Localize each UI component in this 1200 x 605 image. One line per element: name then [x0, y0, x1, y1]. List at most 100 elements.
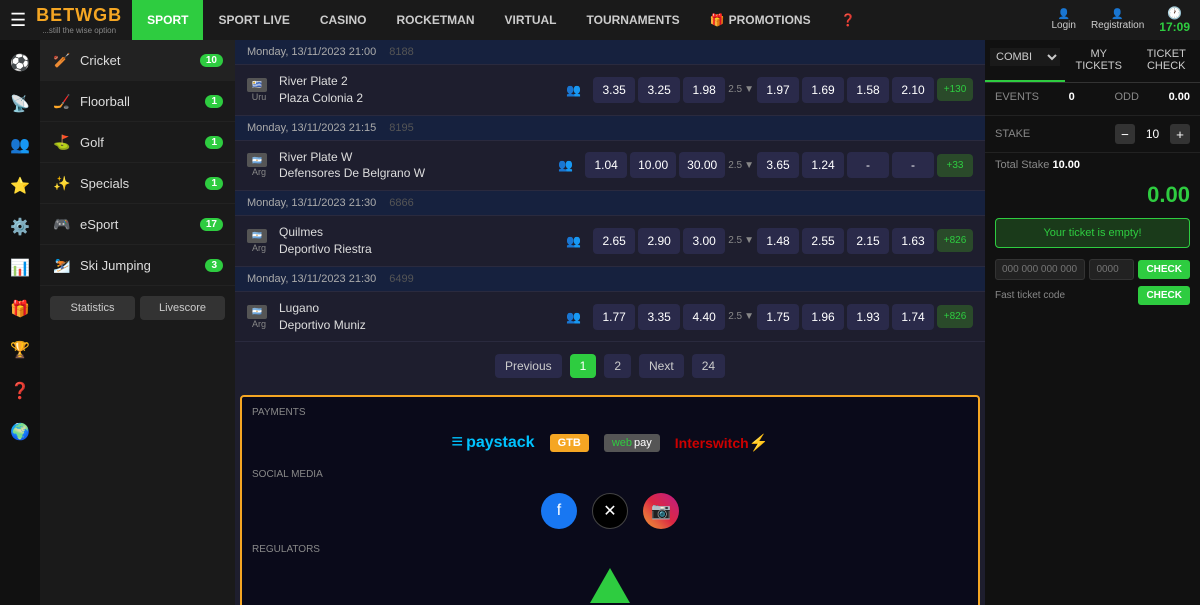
tab-help[interactable]: ❓ [826, 0, 871, 40]
tab-tournaments[interactable]: TOURNAMENTS [572, 0, 695, 40]
match-date-3: Monday, 13/11/2023 21:30 6866 [235, 191, 985, 216]
odds-3-2[interactable]: 3.00 [683, 228, 725, 254]
odds-3-extra-0[interactable]: 1.48 [757, 228, 799, 254]
sidebar-icon-star[interactable]: ⭐ [2, 168, 38, 204]
stake-plus-button[interactable]: + [1170, 124, 1190, 144]
facebook-icon[interactable]: f [541, 493, 577, 529]
sidebar-icon-chart[interactable]: 📊 [2, 250, 38, 286]
next-page-button[interactable]: Next [639, 354, 684, 378]
fast-check-button[interactable]: CHECK [1138, 286, 1190, 305]
odds-1-extra-1[interactable]: 1.69 [802, 77, 844, 103]
page-2-button[interactable]: 2 [604, 354, 631, 378]
x-icon[interactable]: ✕ [592, 493, 628, 529]
odds-2-extra-0[interactable]: 3.65 [757, 152, 799, 178]
tab-rocketman[interactable]: ROCKETMAN [382, 0, 490, 40]
page-1-button[interactable]: 1 [570, 354, 597, 378]
odds-4-3[interactable]: 1.93 [847, 304, 889, 330]
match-section-1: Monday, 13/11/2023 21:00 8188 🇺🇾 Uru Riv… [235, 40, 985, 116]
match-date-4: Monday, 13/11/2023 21:30 6499 [235, 267, 985, 292]
sidebar-item-golf[interactable]: ⛳ Golf 1 [40, 122, 235, 163]
statistics-button[interactable]: Statistics [50, 296, 135, 320]
odds-2-2[interactable]: 30.00 [679, 152, 725, 178]
stake-minus-button[interactable]: − [1115, 124, 1135, 144]
tab-sport[interactable]: SPORT [132, 0, 203, 40]
match-teams-3: Quilmes Deportivo Riestra [279, 224, 562, 258]
ticket-number-input[interactable] [995, 259, 1085, 280]
more-odds-4[interactable]: +826 [937, 305, 973, 328]
tab-promotions[interactable]: 🎁 PROMOTIONS [695, 0, 826, 40]
combi-select[interactable]: COMBI SINGLE SYSTEM [990, 48, 1060, 66]
odds-4-4[interactable]: 1.74 [892, 304, 934, 330]
odds-1-4[interactable]: 2.10 [892, 77, 934, 103]
paystack-logo: ≡ paystack [451, 431, 534, 454]
last-page-button[interactable]: 24 [692, 354, 725, 378]
odds-separator-4: 2.5 ▼ [728, 311, 754, 322]
odds-2-extra-1[interactable]: 1.24 [802, 152, 844, 178]
odds-2-1[interactable]: 10.00 [630, 152, 676, 178]
odds-1-extra-0[interactable]: 1.97 [757, 77, 799, 103]
stats-icon-1[interactable]: 👥 [566, 83, 581, 97]
prev-page-button[interactable]: Previous [495, 354, 562, 378]
team1-4: Lugano [279, 300, 562, 317]
odds-1-2[interactable]: 1.98 [683, 77, 725, 103]
sidebar-icon-live[interactable]: 📡 [2, 86, 38, 122]
tab-combi[interactable]: COMBI SINGLE SYSTEM [985, 40, 1065, 82]
odds-2-0[interactable]: 1.04 [585, 152, 627, 178]
tab-ticket-check[interactable]: TICKET CHECK [1133, 40, 1200, 82]
odds-4-extra-0[interactable]: 1.75 [757, 304, 799, 330]
sidebar-icon-sports[interactable]: ⚽ [2, 45, 38, 81]
stats-icon-3[interactable]: 👥 [566, 234, 581, 248]
odds-3-4[interactable]: 1.63 [892, 228, 934, 254]
sidebar-icon-globe[interactable]: 🌍 [2, 414, 38, 450]
sidebar-icon-question[interactable]: ❓ [2, 373, 38, 409]
payout-amount: 0.00 [985, 177, 1200, 213]
sidebar-item-ski-jumping[interactable]: ⛷️ Ski Jumping 3 [40, 245, 235, 286]
interswitch-logo: Interswitch ⚡ [675, 433, 769, 453]
more-odds-3[interactable]: +826 [937, 229, 973, 252]
sidebar-item-cricket[interactable]: 🏏 Cricket 10 [40, 40, 235, 81]
stats-icon-2[interactable]: 👥 [558, 158, 573, 172]
login-button[interactable]: 👤 Login [1051, 9, 1075, 31]
odds-1-1[interactable]: 3.25 [638, 77, 680, 103]
stats-icon-4[interactable]: 👥 [566, 310, 581, 324]
odds-4-0[interactable]: 1.77 [593, 304, 635, 330]
odds-2-4[interactable]: - [892, 152, 934, 178]
instagram-icon[interactable]: 📷 [643, 493, 679, 529]
main-container: ⚽ 📡 👥 ⭐ ⚙️ 📊 🎁 🏆 ❓ 🌍 🏏 Cricket 10 🏒 Floo… [0, 40, 1200, 605]
odds-3-3[interactable]: 2.15 [847, 228, 889, 254]
tab-casino[interactable]: CASINO [305, 0, 382, 40]
more-odds-2[interactable]: +33 [937, 154, 973, 177]
ticket-code-input[interactable] [1089, 259, 1134, 280]
match-row-3: 🇦🇷 Arg Quilmes Deportivo Riestra 👥 2.65 … [235, 216, 985, 267]
registration-button[interactable]: 👤 Registration [1091, 9, 1144, 31]
more-odds-1[interactable]: +130 [937, 78, 973, 101]
odds-3-0[interactable]: 2.65 [593, 228, 635, 254]
empty-ticket-message: Your ticket is empty! [995, 218, 1190, 248]
total-amount-value: 10.00 [1052, 159, 1080, 171]
sidebar-icon-people[interactable]: 👥 [2, 127, 38, 163]
sidebar-icon-gift[interactable]: 🎁 [2, 291, 38, 327]
sidebar-item-esport[interactable]: 🎮 eSport 17 [40, 204, 235, 245]
check-button[interactable]: CHECK [1138, 260, 1190, 279]
tab-sport-live[interactable]: SPORT LIVE [203, 0, 304, 40]
sidebar-icon-settings[interactable]: ⚙️ [2, 209, 38, 245]
hamburger-icon[interactable]: ☰ [10, 10, 26, 31]
regulator-logo [252, 563, 968, 605]
team2-4: Deportivo Muniz [279, 317, 562, 334]
gift-icon: 🎁 [710, 13, 725, 27]
odds-3-1[interactable]: 2.90 [638, 228, 680, 254]
tab-my-tickets[interactable]: MY TICKETS [1065, 40, 1133, 82]
livescore-button[interactable]: Livescore [140, 296, 225, 320]
odds-4-1[interactable]: 3.35 [638, 304, 680, 330]
sidebar-item-floorball[interactable]: 🏒 Floorball 1 [40, 81, 235, 122]
odds-2-3[interactable]: - [847, 152, 889, 178]
odds-4-2[interactable]: 4.40 [683, 304, 725, 330]
odds-1-0[interactable]: 3.35 [593, 77, 635, 103]
sidebar-icon-trophy[interactable]: 🏆 [2, 332, 38, 368]
odds-separator-2: 2.5 ▼ [728, 160, 754, 171]
sidebar-item-specials[interactable]: ✨ Specials 1 [40, 163, 235, 204]
odds-4-extra-1[interactable]: 1.96 [802, 304, 844, 330]
tab-virtual[interactable]: VIRTUAL [490, 0, 572, 40]
odds-1-3[interactable]: 1.58 [847, 77, 889, 103]
odds-3-extra-1[interactable]: 2.55 [802, 228, 844, 254]
